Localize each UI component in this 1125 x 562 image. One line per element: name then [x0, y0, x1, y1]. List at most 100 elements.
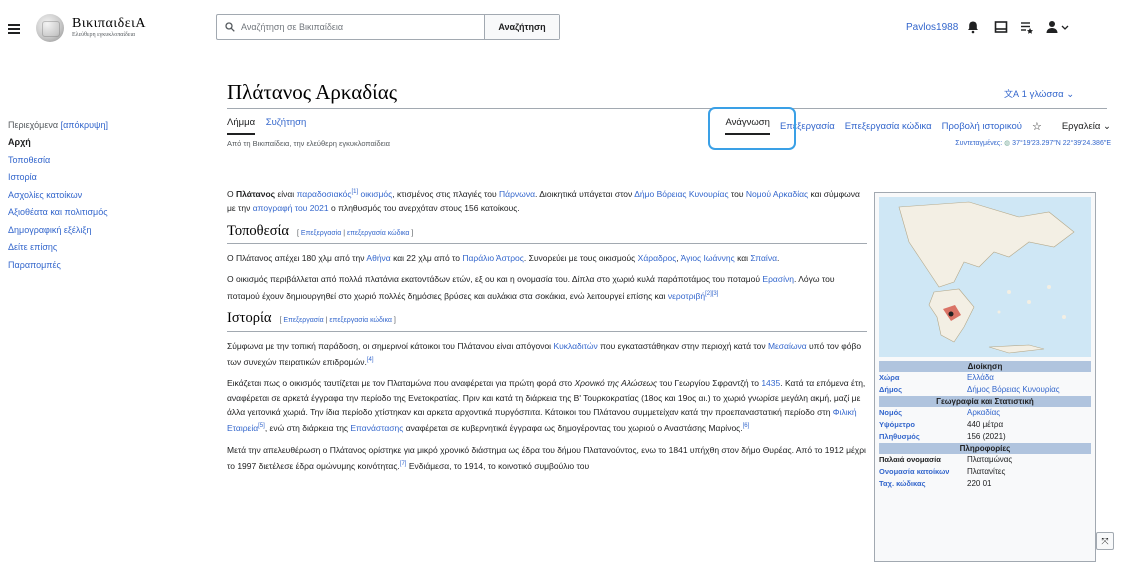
link[interactable]: Κυκλαδιτών	[553, 341, 597, 351]
section-edit-links: [ Επεξεργασία | επεξεργασία κώδικα ]	[279, 317, 396, 325]
edit-link[interactable]: Επεξεργασία	[283, 317, 323, 324]
bold-term: Πλάτανος	[235, 188, 276, 199]
link[interactable]: Άγιος Ιωάννης	[681, 253, 735, 263]
link[interactable]: Χάραδρος	[638, 253, 677, 263]
title-divider	[227, 108, 1107, 109]
infobox-key[interactable]: Νομός	[879, 408, 967, 418]
infobox-row: Ταχ. κώδικας 220 01	[879, 478, 1091, 490]
link[interactable]: νεροτριβή	[668, 291, 705, 301]
link[interactable]: Παράλιο Άστρος	[462, 253, 524, 263]
citation[interactable]: [2][3]	[705, 291, 718, 297]
user-link[interactable]: Pavlos1988	[906, 22, 958, 33]
toc-item-history[interactable]: Ιστορία	[8, 172, 188, 182]
italic-title: Χρονικό της Αλώσεως	[574, 378, 658, 389]
tab-history[interactable]: Προβολή ιστορικού	[942, 121, 1022, 132]
tab-talk[interactable]: Συζήτηση	[266, 117, 307, 128]
location-paragraph-1: Ο Πλάτανος απέχει 180 χλμ από την Αθήνα …	[227, 253, 780, 264]
infobox-key[interactable]: Δήμος	[879, 385, 967, 395]
link[interactable]: Ερασίνη	[762, 274, 794, 284]
infobox-row: Υψόμετρο 440 μέτρα	[879, 419, 1091, 431]
namespace-tabs: Λήμμα Συζήτηση	[227, 117, 314, 135]
infobox-value[interactable]: Ελλάδα	[967, 373, 1091, 383]
toc-item-sights[interactable]: Αξιοθέατα και πολιτισμός	[8, 207, 188, 217]
star-icon[interactable]: ☆	[1032, 120, 1042, 133]
link[interactable]: Δήμο Βόρειας Κυνουρίας	[634, 189, 728, 199]
intro-paragraph: Ο Πλάτανος είναι παραδοσιακός[1] οικισμό…	[227, 188, 860, 214]
infobox-value: 156 (2021)	[967, 432, 1006, 441]
toggle-width-button[interactable]: ⤧	[1096, 532, 1114, 550]
article-body: Ο Πλάτανος είναι παραδοσιακός[1] οικισμό…	[227, 185, 867, 480]
location-map[interactable]	[879, 197, 1091, 357]
wordmark[interactable]: ΒικιπαιδειΑ	[72, 16, 146, 32]
infobox-section-info: Πληροφορίες	[879, 443, 1091, 454]
infobox-section-admin: Διοίκηση	[879, 361, 1091, 372]
infobox-key[interactable]: Ταχ. κώδικας	[879, 479, 967, 489]
tab-edit-source[interactable]: Επεξεργασία κώδικα	[845, 121, 932, 132]
link[interactable]: Νομού Αρκαδίας	[746, 189, 808, 199]
edit-link[interactable]: Επεξεργασία	[301, 230, 341, 237]
history-paragraph-3: Μετά την απελευθέρωση ο Πλάτανος ορίστηκ…	[227, 444, 866, 471]
chevron-down-icon[interactable]	[1060, 20, 1070, 34]
infobox-row: Πληθυσμός 156 (2021)	[879, 431, 1091, 443]
tools-menu[interactable]: Εργαλεία ⌄	[1052, 121, 1111, 132]
toc-item-demographics[interactable]: Δημογραφική εξέλιξη	[8, 225, 188, 235]
toc-item-location[interactable]: Τοποθεσία	[8, 155, 188, 165]
coordinates-label: Συντεταγμένες:	[955, 140, 1003, 147]
link[interactable]: Σπαίνα	[750, 253, 777, 263]
link[interactable]: Μεσαίωνα	[768, 341, 807, 351]
site-subtitle: Από τη Βικιπαίδεια, την ελεύθερη εγκυκλο…	[227, 139, 391, 148]
link[interactable]: Επανάστασης	[350, 423, 403, 433]
toc-item-top[interactable]: Αρχή	[8, 137, 188, 147]
page-title: Πλάτανος Αρκαδίας	[227, 80, 398, 104]
link[interactable]: παραδοσιακός	[297, 189, 352, 199]
infobox-key: Παλαιά ονομασία	[879, 455, 941, 464]
language-button[interactable]: 文A 1 γλώσσα ⌄	[1004, 87, 1074, 100]
coordinates-value: 37°19′23.297″N 22°39′24.386″E	[1012, 140, 1111, 147]
tray-icon[interactable]	[994, 20, 1008, 34]
section-edit-links: [ Επεξεργασία | επεξεργασία κώδικα ]	[297, 229, 414, 237]
search-input[interactable]: Αναζήτηση σε Βικιπαίδεια	[217, 15, 484, 39]
infobox-row: Χώρα Ελλάδα	[879, 372, 1091, 384]
infobox: Διοίκηση Χώρα Ελλάδα Δήμος Δήμος Βόρειας Κ…	[874, 192, 1096, 562]
edit-source-link[interactable]: επεξεργασία κώδικα	[347, 230, 410, 237]
bell-icon[interactable]	[966, 20, 980, 34]
citation[interactable]: [5]	[258, 423, 265, 429]
toc-item-see-also[interactable]: Δείτε επίσης	[8, 242, 188, 252]
language-label: 1 γλώσσα	[1021, 89, 1064, 100]
infobox-value: 220 01	[967, 479, 992, 488]
infobox-value[interactable]: Δήμος Βόρειας Κυνουρίας	[967, 385, 1091, 395]
edit-source-link[interactable]: επεξεργασία κώδικα	[329, 317, 392, 324]
citation[interactable]: [6]	[743, 423, 750, 429]
search-button[interactable]: Αναζήτηση	[484, 15, 559, 39]
toc-item-references[interactable]: Παραπομπές	[8, 260, 188, 270]
link[interactable]: απογραφή του 2021	[253, 203, 329, 213]
globe-icon: ◍	[1004, 140, 1011, 147]
citation[interactable]: [4]	[367, 357, 374, 363]
infobox-key[interactable]: Υψόμετρο	[879, 420, 967, 430]
link[interactable]: Αθήνα	[366, 253, 390, 263]
infobox-key[interactable]: Χώρα	[879, 373, 967, 383]
infobox-key[interactable]: Πληθυσμός	[879, 432, 967, 442]
infobox-row: Παλαιά ονομασία Πλαταμώνας	[879, 454, 1091, 466]
search-icon	[225, 22, 235, 32]
translate-icon: 文A	[1004, 89, 1020, 99]
user-menu-icon[interactable]	[1046, 20, 1060, 34]
greece-map-image	[898, 201, 1075, 354]
section-heading-location: Τοποθεσία[ Επεξεργασία | επεξεργασία κώδ…	[227, 223, 867, 245]
toc-hide-link[interactable]: [απόκρυψη]	[61, 120, 108, 130]
expand-icon: ⤧	[1101, 535, 1109, 546]
infobox-key[interactable]: Ονομασία κατοίκων	[879, 467, 967, 477]
infobox-row: Ονομασία κατοίκων Πλατανίτες	[879, 466, 1091, 478]
chevron-down-icon: ⌄	[1066, 89, 1075, 100]
coordinates[interactable]: Συντεταγμένες: ◍ 37°19′23.297″N 22°39′24…	[955, 139, 1111, 147]
toc-item-occupations[interactable]: Ασχολίες κατοίκων	[8, 190, 188, 200]
wikipedia-logo[interactable]	[36, 14, 64, 42]
link[interactable]: 1435	[761, 378, 780, 388]
watchlist-icon[interactable]	[1020, 20, 1034, 34]
tab-article[interactable]: Λήμμα	[227, 117, 256, 135]
link[interactable]: οικισμός	[361, 189, 393, 199]
search-placeholder: Αναζήτηση σε Βικιπαίδεια	[241, 22, 344, 32]
link[interactable]: Πάρνωνα	[499, 189, 535, 199]
infobox-value[interactable]: Αρκαδίας	[967, 408, 1091, 418]
main-menu-icon[interactable]	[8, 24, 20, 34]
